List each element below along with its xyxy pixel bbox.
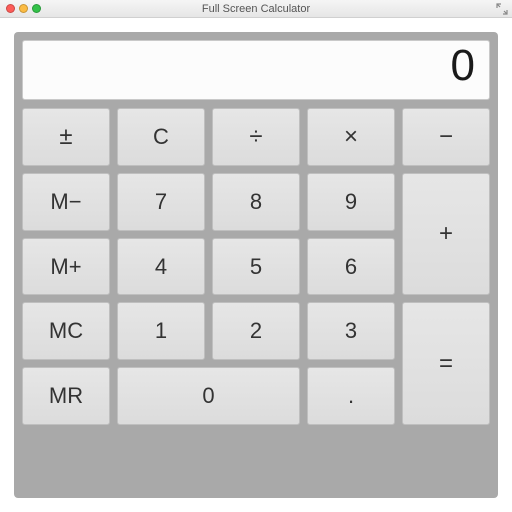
- digit-1-button[interactable]: 1: [117, 302, 205, 360]
- digit-7-button[interactable]: 7: [117, 173, 205, 231]
- fullscreen-icon[interactable]: [496, 3, 508, 15]
- multiply-button[interactable]: ×: [307, 108, 395, 166]
- window-title: Full Screen Calculator: [0, 3, 512, 15]
- memory-clear-button[interactable]: MC: [22, 302, 110, 360]
- plus-minus-button[interactable]: ±: [22, 108, 110, 166]
- divide-button[interactable]: ÷: [212, 108, 300, 166]
- digit-3-button[interactable]: 3: [307, 302, 395, 360]
- zoom-icon[interactable]: [32, 4, 41, 13]
- digit-2-button[interactable]: 2: [212, 302, 300, 360]
- memory-subtract-button[interactable]: M−: [22, 173, 110, 231]
- display: 0: [22, 40, 490, 100]
- digit-4-button[interactable]: 4: [117, 238, 205, 296]
- memory-recall-button[interactable]: MR: [22, 367, 110, 425]
- keypad: ± C ÷ × − M− 7 8 9 M+ 4 5 6 + MC 1 2 3 M…: [22, 108, 490, 490]
- digit-9-button[interactable]: 9: [307, 173, 395, 231]
- digit-0-button[interactable]: 0: [117, 367, 300, 425]
- calculator-body: 0 ± C ÷ × − M− 7 8 9 M+ 4 5 6 + MC 1 2 3…: [14, 32, 498, 498]
- add-button[interactable]: +: [402, 173, 490, 296]
- traffic-lights: [0, 4, 41, 13]
- minimize-icon[interactable]: [19, 4, 28, 13]
- equals-button[interactable]: =: [402, 302, 490, 425]
- digit-8-button[interactable]: 8: [212, 173, 300, 231]
- subtract-button[interactable]: −: [402, 108, 490, 166]
- clear-button[interactable]: C: [117, 108, 205, 166]
- digit-5-button[interactable]: 5: [212, 238, 300, 296]
- close-icon[interactable]: [6, 4, 15, 13]
- calculator-app: 0 ± C ÷ × − M− 7 8 9 M+ 4 5 6 + MC 1 2 3…: [0, 18, 512, 512]
- window-titlebar: Full Screen Calculator: [0, 0, 512, 18]
- display-value: 0: [451, 41, 475, 91]
- digit-6-button[interactable]: 6: [307, 238, 395, 296]
- memory-add-button[interactable]: M+: [22, 238, 110, 296]
- decimal-button[interactable]: .: [307, 367, 395, 425]
